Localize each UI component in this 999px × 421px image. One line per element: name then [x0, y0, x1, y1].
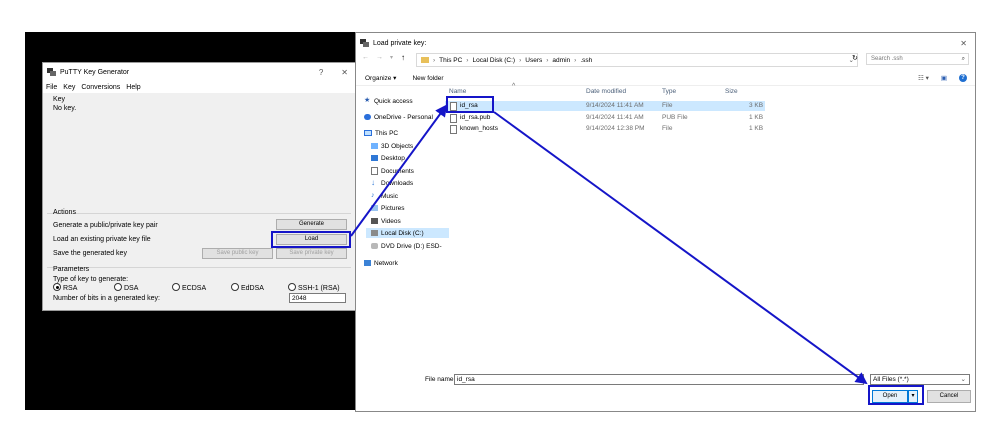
arrow-file-to-open: [493, 111, 868, 385]
arrow-load-to-file: [350, 104, 448, 237]
annotation-arrows: [350, 104, 868, 385]
